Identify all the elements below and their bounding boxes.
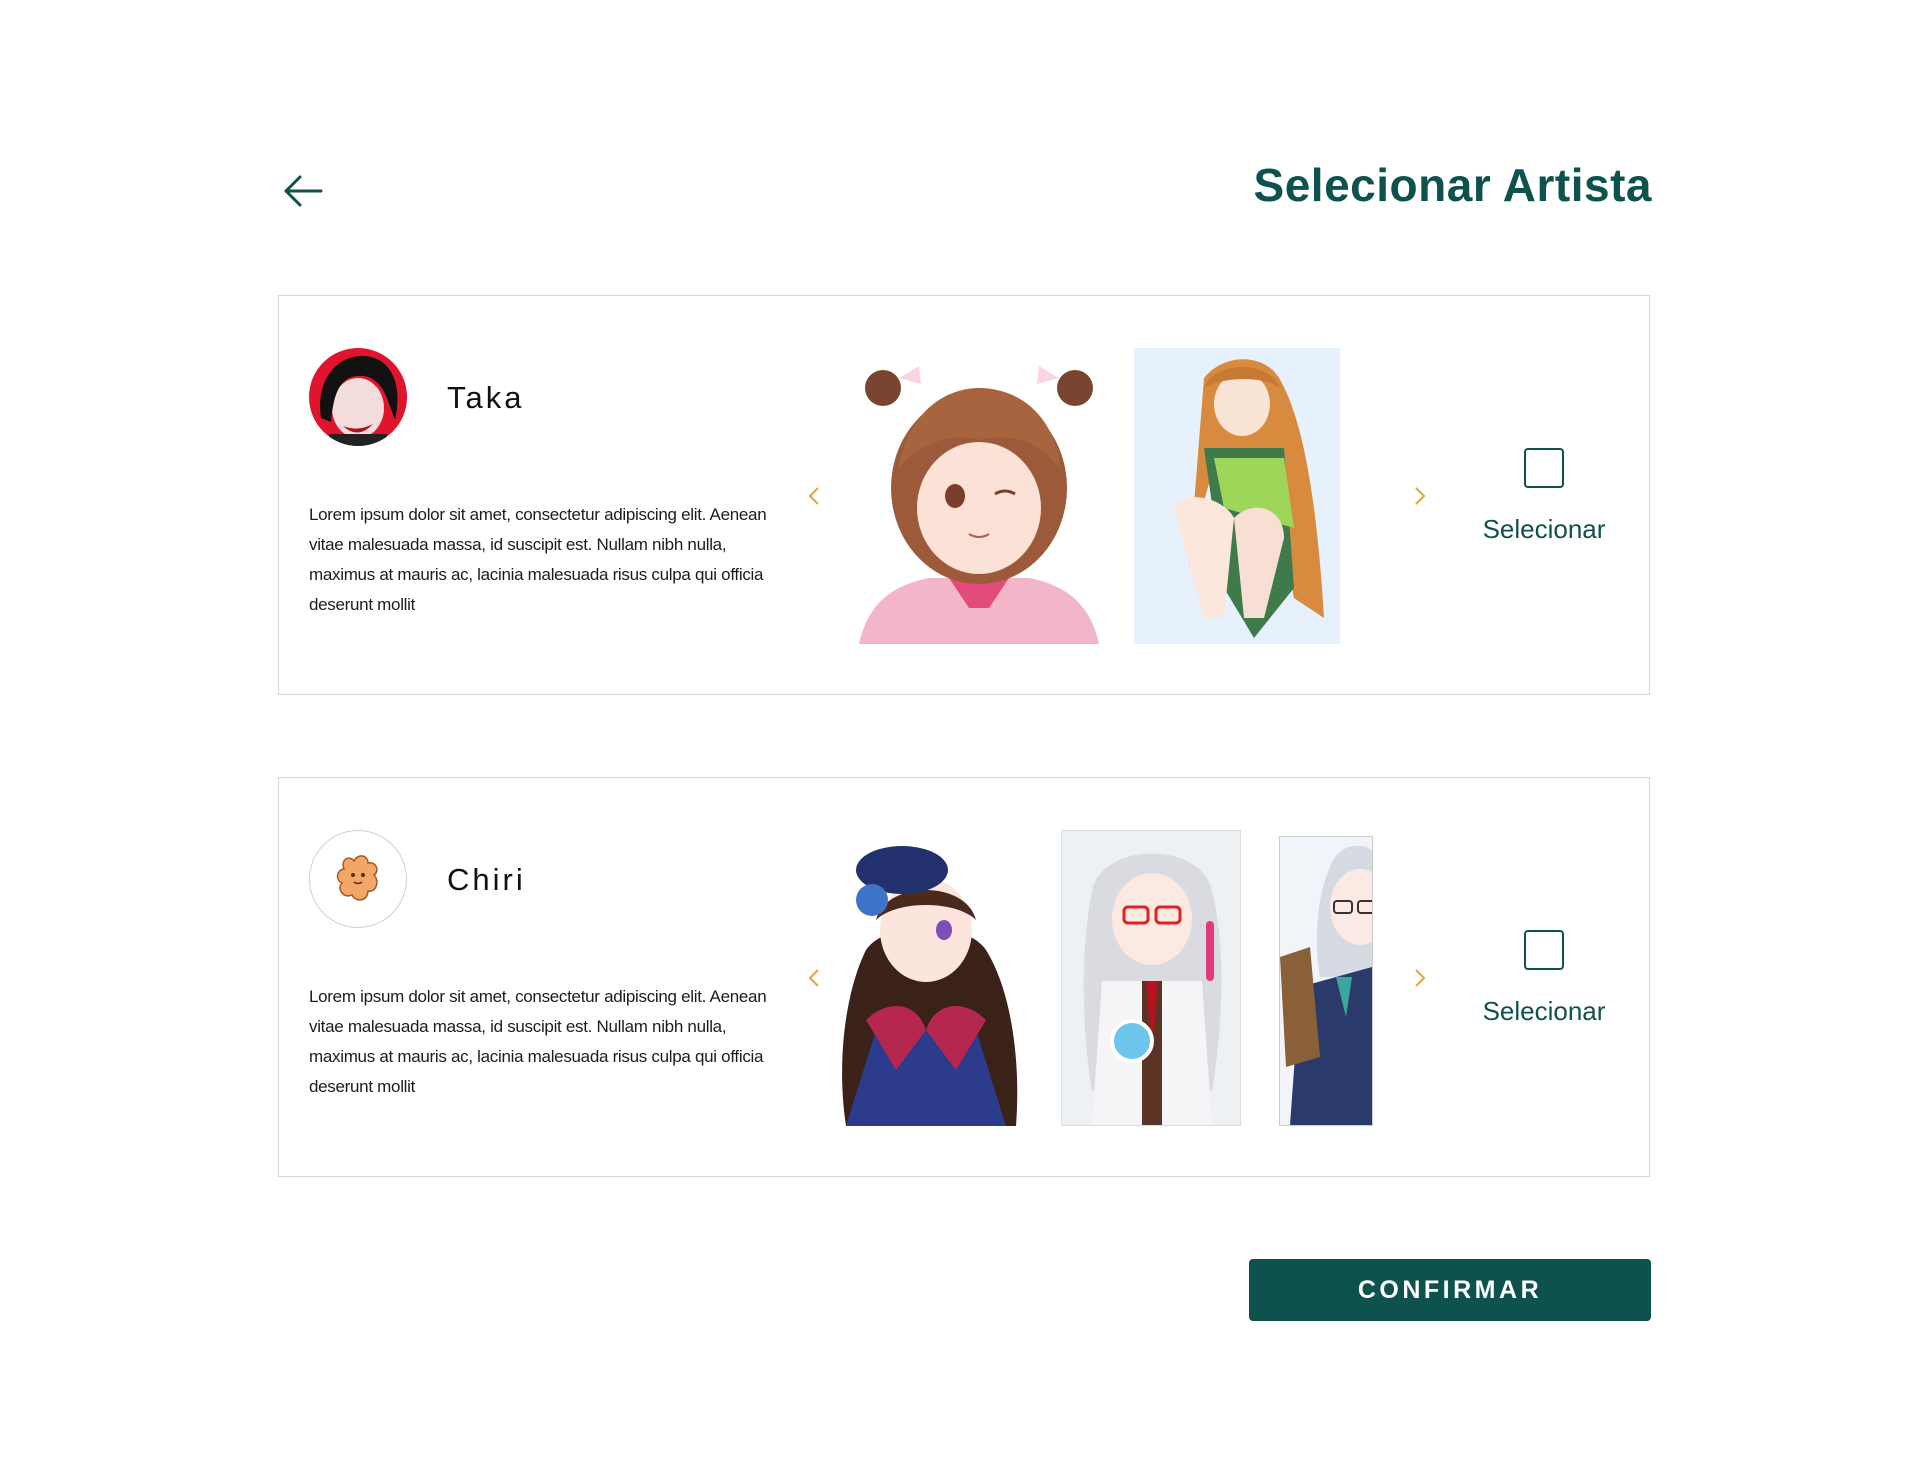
artwork-image bbox=[1280, 837, 1372, 1125]
artwork-gallery bbox=[839, 348, 1399, 644]
chevron-right-icon bbox=[1415, 487, 1426, 505]
select-label[interactable]: Selecionar bbox=[1469, 514, 1619, 545]
chevron-left-icon bbox=[808, 487, 819, 505]
artist-description: Lorem ipsum dolor sit amet, consectetur … bbox=[309, 505, 767, 614]
artwork-thumbnail[interactable] bbox=[826, 830, 1026, 1126]
artist-name: Taka bbox=[447, 380, 525, 415]
artist-name: Chiri bbox=[447, 862, 526, 897]
select-artist-control: Selecionar bbox=[1469, 930, 1619, 1027]
artist-description: Lorem ipsum dolor sit amet, consectetur … bbox=[309, 987, 767, 1096]
artist-avatar-image bbox=[309, 348, 407, 446]
gallery-prev-button[interactable] bbox=[802, 960, 826, 996]
artwork-thumbnail[interactable] bbox=[1279, 836, 1373, 1126]
artist-card-chiri: Chiri Lorem ipsum dolor sit amet, consec… bbox=[278, 777, 1650, 1177]
avatar bbox=[309, 830, 407, 928]
artwork-thumbnail[interactable] bbox=[1134, 348, 1340, 644]
select-label[interactable]: Selecionar bbox=[1469, 996, 1619, 1027]
artwork-image bbox=[1134, 348, 1340, 644]
artwork-image bbox=[859, 366, 1099, 644]
select-checkbox[interactable] bbox=[1524, 930, 1564, 970]
confirm-button[interactable]: CONFIRMAR bbox=[1249, 1259, 1651, 1321]
artist-avatar-image bbox=[336, 855, 378, 901]
artist-card-taka: Taka Lorem ipsum dolor sit amet, consect… bbox=[278, 295, 1650, 695]
chevron-right-icon bbox=[1415, 969, 1426, 987]
arrow-left-icon bbox=[284, 175, 323, 207]
select-artist-control: Selecionar bbox=[1469, 448, 1619, 545]
artwork-image bbox=[842, 846, 1018, 1126]
chevron-left-icon bbox=[808, 969, 819, 987]
artwork-thumbnail[interactable] bbox=[839, 348, 1119, 644]
gallery-next-button[interactable] bbox=[1408, 960, 1432, 996]
page-title: Selecionar Artista bbox=[1253, 159, 1652, 211]
gallery-next-button[interactable] bbox=[1408, 478, 1432, 514]
avatar bbox=[309, 348, 407, 446]
artwork-image bbox=[1062, 831, 1240, 1125]
artwork-gallery bbox=[826, 830, 1399, 1126]
artwork-thumbnail[interactable] bbox=[1061, 830, 1241, 1126]
back-button[interactable] bbox=[278, 168, 328, 214]
gallery-prev-button[interactable] bbox=[802, 478, 826, 514]
select-checkbox[interactable] bbox=[1524, 448, 1564, 488]
